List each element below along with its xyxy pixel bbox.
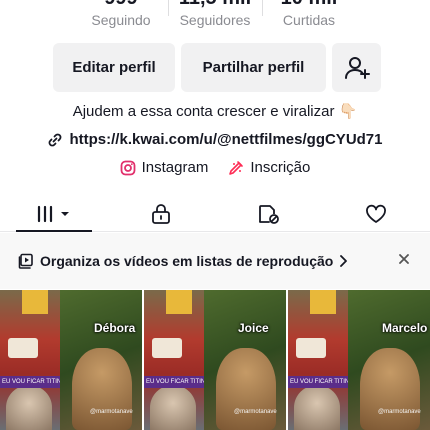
instagram-link[interactable]: Instagram (120, 159, 209, 176)
video-caption-banner: EU VOU FICAR TITINHA 😺 (144, 376, 204, 388)
playlist-banner-text: Organiza os vídeos em listas de reproduç… (40, 253, 334, 269)
video-watermark: @marmotanave (234, 409, 277, 415)
thumbnail-detail (22, 290, 48, 314)
profile-tabs (0, 196, 430, 232)
stat-likes[interactable]: 10 mil Curtidas (262, 0, 356, 34)
profile-link-text: https://k.kwai.com/u/@nettfilmes/ggCYUd7… (69, 131, 383, 148)
following-count: 999 (74, 0, 168, 10)
thumbnail-detail (8, 338, 38, 358)
subscription-link[interactable]: Inscrição (228, 159, 310, 176)
heart-icon (366, 204, 387, 223)
stat-followers[interactable]: 11,5 mil Seguidores (168, 0, 262, 34)
reposts-icon (258, 204, 279, 224)
followers-label: Seguidores (179, 12, 251, 28)
tab-reposts[interactable] (215, 196, 323, 231)
share-profile-button[interactable]: Partilhar perfil (181, 43, 326, 92)
likes-label: Curtidas (282, 12, 336, 28)
link-icon (49, 133, 62, 146)
playlist-banner[interactable]: Organiza os vídeos em listas de reproduç… (0, 233, 430, 289)
profile-stats: 999 Seguindo 11,5 mil Seguidores 10 mil … (0, 0, 430, 34)
instagram-icon (120, 160, 136, 175)
edit-profile-button[interactable]: Editar perfil (53, 43, 175, 92)
thumbnail-detail (72, 348, 132, 430)
video-overlay-name: Marcelo (382, 321, 428, 335)
thumbnail-detail (150, 385, 196, 430)
profile-actions: Editar perfil Partilhar perfil (53, 43, 381, 92)
thumbnail-detail (216, 348, 276, 430)
stat-following[interactable]: 999 Seguindo (74, 0, 168, 34)
video-grid: EU VOU FICAR TITINHA 😺 Débora @marmotana… (0, 290, 430, 430)
video-overlay-name: Débora (94, 321, 136, 335)
subscription-icon (229, 160, 244, 175)
video-thumbnail[interactable]: EU VOU FICAR TITINHA 😺 Débora @marmotana… (0, 290, 142, 430)
lock-icon (152, 203, 171, 224)
thumbnail-detail (294, 385, 340, 430)
close-icon[interactable] (398, 253, 410, 265)
video-watermark: @marmotanave (378, 409, 421, 415)
add-friend-button[interactable] (332, 43, 381, 92)
grid-videos-icon (37, 205, 69, 222)
video-thumbnail[interactable]: EU VOU FICAR TITINHA 😺 Joice @marmotanav… (144, 290, 286, 430)
tab-private[interactable] (108, 196, 216, 231)
thumbnail-detail (166, 290, 192, 314)
social-links: Instagram Inscrição (0, 159, 430, 176)
video-thumbnail[interactable]: EU VOU FICAR TITINHA 😺 Marcelo @marmotan… (288, 290, 430, 430)
likes-count: 10 mil (262, 0, 356, 10)
tab-liked[interactable] (323, 196, 430, 231)
thumbnail-detail (296, 338, 326, 358)
profile-bio: Ajudem a essa conta crescer e viralizar … (72, 103, 358, 120)
chevron-right-icon (340, 255, 348, 267)
video-watermark: @marmotanave (90, 409, 133, 415)
thumbnail-detail (6, 385, 52, 430)
person-plus-icon (344, 56, 370, 79)
video-caption-banner: EU VOU FICAR TITINHA 😺 (288, 376, 348, 388)
following-label: Seguindo (91, 12, 151, 28)
subscription-label: Inscrição (250, 159, 311, 176)
profile-link[interactable]: https://k.kwai.com/u/@nettfilmes/ggCYUd7… (0, 131, 430, 148)
instagram-label: Instagram (141, 159, 209, 176)
thumbnail-detail (310, 290, 336, 314)
followers-count: 11,5 mil (168, 0, 262, 10)
playlist-icon (18, 253, 33, 269)
tab-videos[interactable] (0, 196, 108, 232)
thumbnail-detail (152, 338, 182, 358)
thumbnail-detail (360, 348, 420, 430)
video-caption-banner: EU VOU FICAR TITINHA 😺 (0, 376, 60, 388)
video-overlay-name: Joice (238, 321, 269, 335)
